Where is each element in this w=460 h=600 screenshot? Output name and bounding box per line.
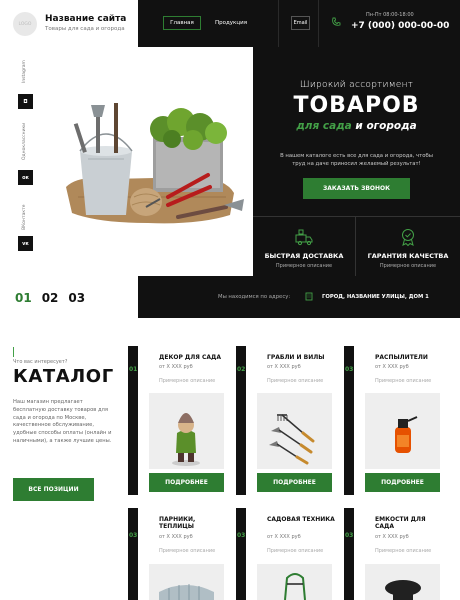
site-subtitle: Товары для сада и огорода: [45, 26, 125, 32]
card-title: САДОВАЯ ТЕХНИКА: [267, 516, 335, 523]
accent-line: [13, 347, 14, 357]
delivery-truck-icon: [295, 229, 313, 246]
catalog-question: Что вас интересует?: [13, 359, 68, 365]
quality-badge-icon: [402, 229, 414, 247]
site-name: Название сайта: [45, 14, 127, 24]
vk-icon[interactable]: ᴠк: [18, 236, 33, 251]
card-number: 02: [237, 366, 246, 373]
page: LOGO Название сайта Товары для сада и ог…: [0, 0, 460, 600]
hero-image: [48, 47, 253, 276]
card-description: Примерное описание: [267, 378, 324, 384]
header-divider: [318, 0, 319, 47]
card-price: от X XXX руб: [375, 534, 409, 540]
greenhouse-image: [159, 584, 214, 600]
product-card-rakes-forks[interactable]: 02 ГРАБЛИ И ВИЛЫ от X XXX руб Примерное …: [236, 346, 332, 495]
card-price: от X XXX руб: [267, 534, 301, 540]
card-number: 03: [345, 366, 354, 373]
feature-description: Примерное описание: [379, 263, 437, 269]
hero-panel: Широкий ассортимент ТОВАРОВ для сада и о…: [253, 47, 460, 216]
sprayer-image: [395, 416, 418, 453]
card-number: 03: [237, 532, 246, 539]
all-items-button[interactable]: ВСЕ ПОЗИЦИИ: [13, 478, 94, 501]
hero-description: В нашем каталоге есть все для сада и ого…: [280, 153, 433, 167]
card-description: Примерное описание: [159, 378, 216, 384]
card-image: [365, 393, 440, 469]
header-bar: Главная Продукция Email Пн-Пт 08:00-18:0…: [138, 0, 460, 47]
details-button[interactable]: ПОДРОБНЕЕ: [149, 473, 224, 492]
social-label-vk: ВКонтакте: [22, 204, 27, 230]
product-card-greenhouses[interactable]: 03 ПАРНИКИ, ТЕПЛИЦЫ от X XXX руб Примерн…: [128, 508, 224, 600]
card-description: Примерное описание: [267, 548, 324, 554]
address-text: ГОРОД, НАЗВАНИЕ УЛИЦЫ, ДОМ 1: [322, 294, 429, 300]
card-number: 01: [129, 366, 138, 373]
building-icon: [305, 292, 313, 301]
card-description: Примерное описание: [159, 548, 216, 554]
card-price: от X XXX руб: [159, 534, 193, 540]
feature-delivery: БЫСТРАЯ ДОСТАВКА Примерное описание: [253, 216, 356, 276]
phone-icon: [332, 17, 341, 26]
containers-image: [385, 580, 421, 600]
lawn-mower-image: [284, 573, 306, 600]
feature-quality: ГАРАНТИЯ КАЧЕСТВА Примерное описание: [356, 216, 460, 276]
card-image: [257, 564, 332, 600]
garden-gnome-image: [172, 413, 200, 466]
card-number: 03: [345, 532, 354, 539]
card-title: ПАРНИКИ, ТЕПЛИЦЫ: [159, 516, 196, 531]
slider-step-3[interactable]: 03: [68, 291, 85, 305]
card-image: [365, 564, 440, 600]
product-card-garden-decor[interactable]: 01 ДЕКОР ДЛЯ САДА от X XXX руб Примерное…: [128, 346, 224, 495]
social-label-instagram: Instagram: [22, 60, 27, 83]
card-title: ДЕКОР ДЛЯ САДА: [159, 354, 222, 361]
header-brand: LOGO Название сайта Товары для сада и ог…: [0, 0, 138, 47]
order-call-button[interactable]: ЗАКАЗАТЬ ЗВОНОК: [303, 178, 410, 199]
card-image: [149, 393, 224, 469]
phone-number[interactable]: +7 (000) 000-00-00: [351, 21, 449, 31]
product-card-sprayers[interactable]: 03 РАСПЫЛИТЕЛИ от X XXX руб Примерное оп…: [344, 346, 440, 495]
catalog-title: КАТАЛОГ: [13, 366, 114, 387]
address-bar: Мы находимся по адресу: ГОРОД, НАЗВАНИЕ …: [138, 276, 460, 318]
hero-subtitle: Широкий ассортимент: [299, 80, 414, 90]
feature-description: Примерное описание: [275, 263, 333, 269]
card-number: 03: [129, 532, 138, 539]
card-title: РАСПЫЛИТЕЛИ: [375, 354, 428, 361]
email-button[interactable]: Email: [291, 16, 310, 30]
feature-title: БЫСТРАЯ ДОСТАВКА: [264, 252, 344, 260]
product-card-garden-machinery[interactable]: 03 САДОВАЯ ТЕХНИКА от X XXX руб Примерно…: [236, 508, 335, 600]
slider-step-2[interactable]: 02: [42, 291, 59, 305]
slider-pagination: 01 02 03: [15, 291, 95, 305]
product-card-garden-containers[interactable]: 03 ЕМКОСТИ ДЛЯ САДА от X XXX руб Примерн…: [344, 508, 440, 600]
slider-step-1[interactable]: 01: [15, 291, 32, 305]
hand-tools-image: [269, 414, 315, 465]
address-label: Мы находимся по адресу:: [218, 294, 291, 300]
card-image: [149, 564, 224, 600]
header-divider: [278, 0, 279, 47]
card-price: от X XXX руб: [267, 364, 301, 370]
hero-title-accent: для сада: [296, 120, 352, 132]
details-button[interactable]: ПОДРОБНЕЕ: [365, 473, 440, 492]
working-hours: Пн-Пт 08:00-18:00: [366, 12, 414, 18]
garden-tools-illustration: [66, 103, 244, 224]
nav-products-link[interactable]: Продукция: [211, 16, 251, 30]
ok-icon[interactable]: ок: [18, 170, 33, 185]
details-button[interactable]: ПОДРОБНЕЕ: [257, 473, 332, 492]
hero-title-rest: и огорода: [351, 120, 417, 132]
hero-title: ТОВАРОВ: [293, 93, 420, 118]
card-description: Примерное описание: [375, 378, 432, 384]
feature-title: ГАРАНТИЯ КАЧЕСТВА: [367, 252, 449, 260]
hero-title-line2: для сада и огорода: [253, 120, 460, 132]
card-title: ГРАБЛИ И ВИЛЫ: [267, 354, 325, 361]
card-price: от X XXX руб: [159, 364, 193, 370]
card-price: от X XXX руб: [375, 364, 409, 370]
social-label-ok: Одноклассники: [22, 122, 27, 160]
card-title: ЕМКОСТИ ДЛЯ САДА: [375, 516, 426, 531]
nav-home-link[interactable]: Главная: [163, 16, 201, 30]
card-description: Примерное описание: [375, 548, 432, 554]
card-image: [257, 393, 332, 469]
instagram-icon[interactable]: ◘: [18, 94, 33, 109]
catalog-description: Наш магазин предлагает бесплатную достав…: [13, 399, 112, 444]
site-logo[interactable]: LOGO: [13, 12, 37, 36]
